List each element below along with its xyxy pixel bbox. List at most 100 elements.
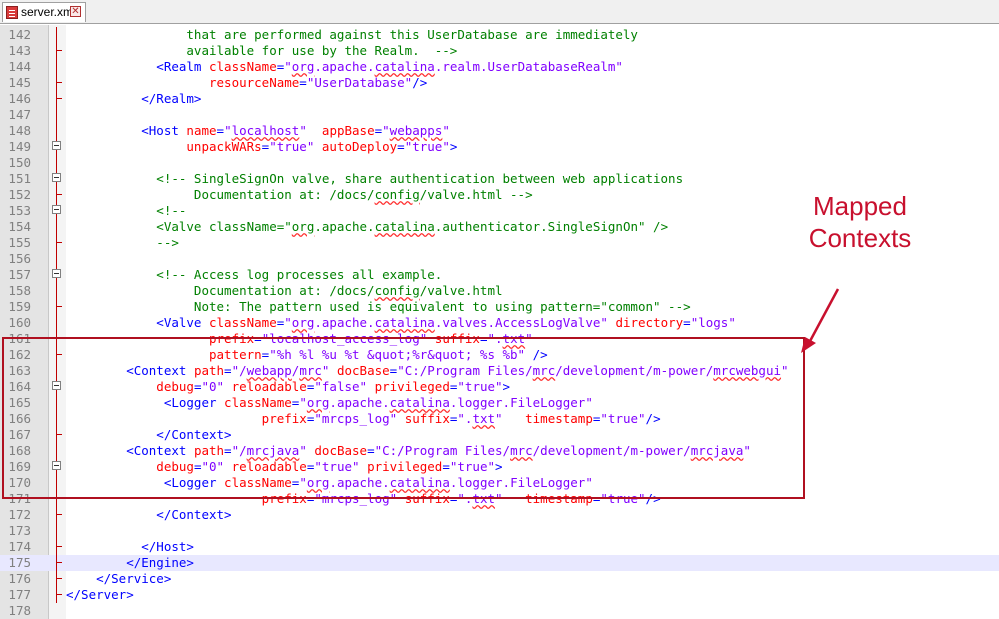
code-text: </Context> (66, 427, 231, 443)
code-token: = (216, 123, 225, 138)
fold-guide (56, 107, 57, 123)
spellcheck-underline: config (374, 187, 420, 202)
code-line[interactable]: 151 <!-- SingleSignOn valve, share authe… (0, 171, 999, 187)
fold-guide (56, 315, 57, 331)
line-number: 159 (8, 299, 31, 314)
fold-collapse-icon[interactable] (52, 381, 61, 390)
fold-guide (56, 443, 57, 459)
code-line[interactable]: 173 (0, 523, 999, 539)
fold-guide (56, 123, 57, 139)
code-token: "UserDatabase" (306, 75, 413, 90)
close-icon[interactable]: ✕ (70, 6, 81, 17)
line-number: 151 (8, 171, 31, 186)
code-line[interactable]: 162 pattern="%h %l %u %t &quot;%r&quot; … (0, 347, 999, 363)
code-line[interactable]: 175 </Engine> (0, 555, 999, 571)
code-line[interactable]: 159 Note: The pattern used is equivalent… (0, 299, 999, 315)
code-line[interactable]: 148 <Host name="localhost" appBase="weba… (0, 123, 999, 139)
code-line[interactable]: 144 <Realm className="org.apache.catalin… (0, 59, 999, 75)
fold-collapse-icon[interactable] (52, 461, 61, 470)
code-token: ".txt" (457, 491, 503, 506)
code-text: <!-- SingleSignOn valve, share authentic… (66, 171, 683, 187)
spellcheck-underline: org (291, 219, 315, 234)
code-token: "org.apache.catalina.logger.FileLogger" (299, 475, 593, 490)
fold-end-marker (57, 546, 62, 547)
code-text: </Engine> (66, 555, 194, 571)
code-line[interactable]: 165 <Logger className="org.apache.catali… (0, 395, 999, 411)
spellcheck-underline: catalina (389, 395, 450, 410)
fold-end-marker (57, 514, 62, 515)
code-line[interactable]: 178 (0, 603, 999, 619)
code-line[interactable]: 171 prefix="mrcps_log" suffix=".txt" tim… (0, 491, 999, 507)
code-text: --> (66, 235, 179, 251)
code-token: "localhost_access_log" (261, 331, 428, 346)
line-number: 144 (8, 59, 31, 74)
code-token: "false" (314, 379, 368, 394)
fold-collapse-icon[interactable] (52, 173, 61, 182)
code-line[interactable]: 161 prefix="localhost_access_log" suffix… (0, 331, 999, 347)
code-line[interactable]: 167 </Context> (0, 427, 999, 443)
code-token: <Context (66, 443, 194, 458)
code-line[interactable]: 176 </Service> (0, 571, 999, 587)
fold-end-marker (57, 594, 62, 595)
code-line[interactable]: 145 resourceName="UserDatabase"/> (0, 75, 999, 91)
line-number: 148 (8, 123, 31, 138)
code-line[interactable]: 150 (0, 155, 999, 171)
code-line[interactable]: 172 </Context> (0, 507, 999, 523)
code-line[interactable]: 177 </Server> (0, 587, 999, 603)
code-text: Documentation at: /docs/config/valve.htm… (66, 283, 503, 299)
code-line[interactable]: 169 debug="0" reloadable="true" privileg… (0, 459, 999, 475)
line-number: 177 (8, 587, 31, 602)
code-line[interactable]: 143 available for use by the Realm. --> (0, 43, 999, 59)
spellcheck-underline: webapps (389, 123, 443, 138)
code-line[interactable]: 163 <Context path="/webapp/mrc" docBase=… (0, 363, 999, 379)
fold-collapse-icon[interactable] (52, 141, 61, 150)
code-text: <!-- (66, 203, 186, 219)
tab-server-xml[interactable]: server.xml ✕ (2, 2, 86, 22)
code-line[interactable]: 157 <!-- Access log processes all exampl… (0, 267, 999, 283)
code-token: resourceName (66, 75, 300, 90)
code-text: debug="0" reloadable="false" privileged=… (66, 379, 510, 395)
code-text: prefix="mrcps_log" suffix=".txt" timesta… (66, 411, 661, 427)
code-token: <!-- Access log processes all example. (66, 267, 443, 282)
code-line[interactable]: 166 prefix="mrcps_log" suffix=".txt" tim… (0, 411, 999, 427)
spellcheck-underline: txt (472, 491, 496, 506)
code-line[interactable]: 158 Documentation at: /docs/config/valve… (0, 283, 999, 299)
code-token: <Valve (66, 315, 209, 330)
code-token: "0" (201, 379, 225, 394)
spellcheck-underline: mrcwebgui (713, 363, 782, 378)
code-token: "true" (600, 491, 646, 506)
fold-guide (56, 155, 57, 171)
code-text: prefix="localhost_access_log" suffix=".t… (66, 331, 533, 347)
code-line[interactable]: 170 <Logger className="org.apache.catali… (0, 475, 999, 491)
line-number: 165 (8, 395, 31, 410)
code-token: directory (615, 315, 684, 330)
code-line[interactable]: 174 </Host> (0, 539, 999, 555)
code-token: "org.apache.catalina.logger.FileLogger" (299, 395, 593, 410)
code-text: resourceName="UserDatabase"/> (66, 75, 427, 91)
fold-guide (56, 187, 57, 203)
code-token: "org.apache.catalina.realm.UserDatabaseR… (284, 59, 623, 74)
code-editor[interactable]: 142 that are performed against this User… (0, 25, 999, 619)
code-text: </Host> (66, 539, 194, 555)
code-token: "true" (457, 379, 503, 394)
code-line[interactable]: 149 unpackWARs="true" autoDeploy="true"> (0, 139, 999, 155)
code-line[interactable]: 142 that are performed against this User… (0, 27, 999, 43)
fold-collapse-icon[interactable] (52, 269, 61, 278)
code-line[interactable]: 147 (0, 107, 999, 123)
fold-collapse-icon[interactable] (52, 205, 61, 214)
spellcheck-underline: webapp (246, 363, 292, 378)
code-token: autoDeploy (321, 139, 398, 154)
code-line[interactable]: 164 debug="0" reloadable="false" privile… (0, 379, 999, 395)
code-line[interactable]: 168 <Context path="/mrcjava" docBase="C:… (0, 443, 999, 459)
file-icon (6, 6, 18, 19)
line-number: 160 (8, 315, 31, 330)
fold-end-marker (57, 434, 62, 435)
code-token: "C:/Program Files/mrc/development/m-powe… (374, 443, 751, 458)
code-token: ".txt" (457, 411, 503, 426)
code-token: docBase (336, 363, 390, 378)
code-line[interactable]: 146 </Realm> (0, 91, 999, 107)
code-line[interactable]: 160 <Valve className = "org.apache.catalin… (0, 315, 999, 331)
